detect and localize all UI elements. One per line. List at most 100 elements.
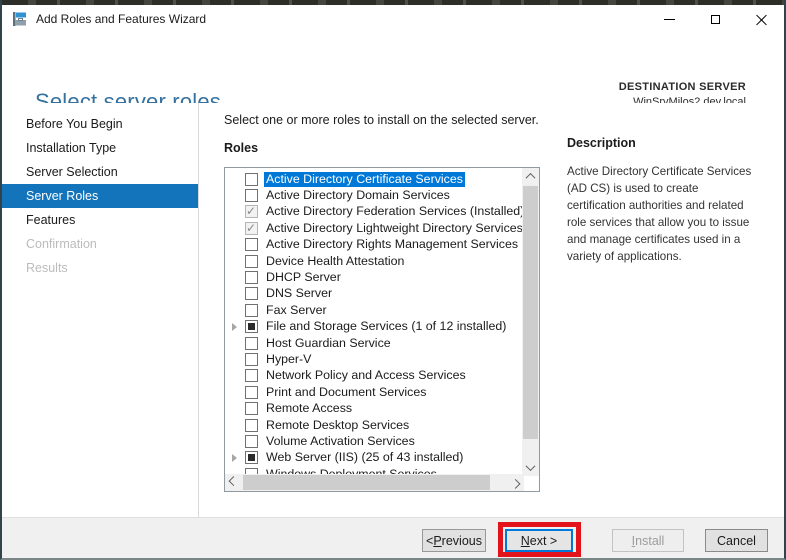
minimize-button[interactable]: [646, 5, 692, 33]
role-label[interactable]: Hyper-V: [264, 352, 313, 367]
role-checkbox[interactable]: [245, 451, 258, 464]
role-label[interactable]: DNS Server: [264, 286, 334, 301]
role-checkbox[interactable]: [245, 353, 258, 366]
chevron-left-icon: [229, 476, 239, 486]
sidebar-item-server-selection[interactable]: Server Selection: [2, 160, 198, 184]
role-checkbox[interactable]: [245, 271, 258, 284]
role-row-dns-server[interactable]: DNS Server: [225, 286, 523, 302]
cancel-button[interactable]: Cancel: [705, 529, 768, 552]
role-checkbox[interactable]: [245, 222, 258, 235]
sidebar-item-server-roles[interactable]: Server Roles: [2, 184, 198, 208]
role-label[interactable]: Host Guardian Service: [264, 336, 393, 351]
chevron-up-icon: [526, 173, 536, 183]
scroll-right-button[interactable]: [507, 474, 524, 491]
scroll-down-button[interactable]: [522, 459, 539, 476]
next-button[interactable]: Next >: [505, 529, 573, 552]
role-row-fax-server[interactable]: Fax Server: [225, 302, 523, 318]
role-checkbox[interactable]: [245, 173, 258, 186]
role-checkbox[interactable]: [245, 320, 258, 333]
install-button: Install: [612, 529, 684, 552]
sidebar-item-results: Results: [2, 256, 198, 280]
expand-arrow-icon[interactable]: [232, 454, 237, 462]
role-label[interactable]: Active Directory Lightweight Directory S…: [264, 221, 523, 236]
sidebar-item-installation-type[interactable]: Installation Type: [2, 136, 198, 160]
role-checkbox[interactable]: [245, 435, 258, 448]
destination-server-label: DESTINATION SERVER: [619, 81, 746, 93]
role-label[interactable]: Active Directory Domain Services: [264, 188, 452, 203]
role-label[interactable]: Fax Server: [264, 303, 329, 318]
close-button[interactable]: [738, 5, 784, 33]
role-label[interactable]: Remote Desktop Services: [264, 418, 411, 433]
role-row-print-and-document-services[interactable]: Print and Document Services: [225, 384, 523, 400]
role-row-web-server-iis-25-of-43-installed[interactable]: Web Server (IIS) (25 of 43 installed): [225, 450, 523, 466]
role-row-active-directory-rights-management-services[interactable]: Active Directory Rights Management Servi…: [225, 237, 523, 253]
sidebar-nav: Before You BeginInstallation TypeServer …: [2, 112, 198, 280]
role-label[interactable]: Active Directory Certificate Services: [264, 172, 465, 187]
wizard-content: Before You BeginInstallation TypeServer …: [2, 103, 784, 517]
role-checkbox[interactable]: [245, 369, 258, 382]
role-row-device-health-attestation[interactable]: Device Health Attestation: [225, 253, 523, 269]
horizontal-scrollbar[interactable]: [225, 474, 524, 491]
previous-button[interactable]: < Previous: [422, 529, 486, 552]
role-label[interactable]: Device Health Attestation: [264, 254, 406, 269]
wizard-header: Select server roles DESTINATION SERVER W…: [2, 33, 784, 103]
role-row-active-directory-certificate-services[interactable]: Active Directory Certificate Services: [225, 171, 523, 187]
role-label[interactable]: Print and Document Services: [264, 385, 428, 400]
role-checkbox[interactable]: [245, 189, 258, 202]
role-row-volume-activation-services[interactable]: Volume Activation Services: [225, 433, 523, 449]
role-row-active-directory-federation-services-installed[interactable]: Active Directory Federation Services (In…: [225, 204, 523, 220]
role-label[interactable]: DHCP Server: [264, 270, 343, 285]
role-label[interactable]: Volume Activation Services: [264, 434, 417, 449]
role-row-remote-desktop-services[interactable]: Remote Desktop Services: [225, 417, 523, 433]
role-checkbox[interactable]: [245, 287, 258, 300]
scroll-left-button[interactable]: [225, 474, 242, 491]
role-row-active-directory-domain-services[interactable]: Active Directory Domain Services: [225, 187, 523, 203]
sidebar-item-before-you-begin[interactable]: Before You Begin: [2, 112, 198, 136]
expand-arrow-icon[interactable]: [232, 323, 237, 331]
role-row-hyper-v[interactable]: Hyper-V: [225, 351, 523, 367]
roles-list: Active Directory Certificate ServicesAct…: [225, 168, 523, 475]
role-row-network-policy-and-access-services[interactable]: Network Policy and Access Services: [225, 368, 523, 384]
role-checkbox[interactable]: [245, 419, 258, 432]
close-icon: [756, 14, 767, 25]
role-label[interactable]: Network Policy and Access Services: [264, 368, 468, 383]
sidebar-divider: [198, 103, 199, 517]
role-row-file-and-storage-services-1-of-12-installed[interactable]: File and Storage Services (1 of 12 insta…: [225, 319, 523, 335]
role-checkbox[interactable]: [245, 255, 258, 268]
chevron-right-icon: [511, 479, 521, 489]
vertical-scrollbar[interactable]: [522, 168, 539, 476]
horizontal-scroll-thumb[interactable]: [243, 475, 490, 490]
maximize-button[interactable]: [692, 5, 738, 33]
description-text: Active Directory Certificate Services (A…: [567, 163, 759, 265]
wizard-footer: < Previous Next > Install Cancel: [2, 517, 784, 558]
role-row-remote-access[interactable]: Remote Access: [225, 400, 523, 416]
description-heading: Description: [567, 136, 636, 150]
scroll-up-button[interactable]: [522, 168, 539, 185]
sidebar-item-confirmation: Confirmation: [2, 232, 198, 256]
maximize-icon: [711, 15, 720, 24]
role-label[interactable]: Active Directory Rights Management Servi…: [264, 237, 520, 252]
role-row-dhcp-server[interactable]: DHCP Server: [225, 269, 523, 285]
titlebar: Add Roles and Features Wizard: [2, 5, 784, 33]
role-checkbox[interactable]: [245, 205, 258, 218]
role-label[interactable]: Active Directory Federation Services (In…: [264, 204, 523, 219]
minimize-icon: [664, 19, 675, 20]
roles-heading: Roles: [224, 141, 258, 155]
role-label[interactable]: Remote Access: [264, 401, 354, 416]
role-checkbox[interactable]: [245, 386, 258, 399]
role-checkbox[interactable]: [245, 304, 258, 317]
sidebar-item-features[interactable]: Features: [2, 208, 198, 232]
instruction-text: Select one or more roles to install on t…: [224, 113, 539, 127]
role-checkbox[interactable]: [245, 337, 258, 350]
role-row-host-guardian-service[interactable]: Host Guardian Service: [225, 335, 523, 351]
role-checkbox[interactable]: [245, 238, 258, 251]
role-checkbox[interactable]: [245, 402, 258, 415]
window-title: Add Roles and Features Wizard: [36, 12, 206, 26]
vertical-scroll-thumb[interactable]: [523, 186, 538, 439]
role-label[interactable]: File and Storage Services (1 of 12 insta…: [264, 319, 508, 334]
wizard-window: Add Roles and Features Wizard Select ser…: [0, 0, 786, 560]
chevron-down-icon: [526, 461, 536, 471]
role-row-active-directory-lightweight-directory-services-in[interactable]: Active Directory Lightweight Directory S…: [225, 220, 523, 236]
wizard-app-icon: [12, 11, 28, 27]
role-label[interactable]: Web Server (IIS) (25 of 43 installed): [264, 450, 465, 465]
